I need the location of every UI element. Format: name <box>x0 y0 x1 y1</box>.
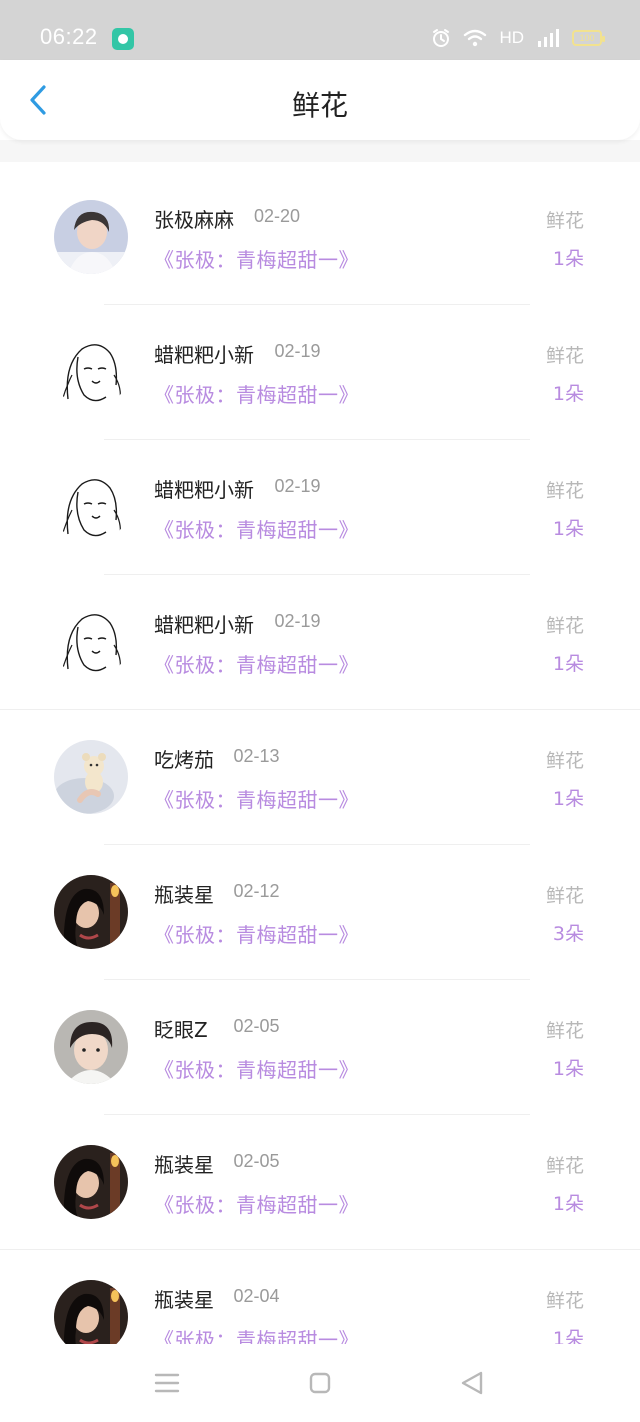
gift-type-label: 鲜花 <box>545 345 584 367</box>
username[interactable]: 瓶装星 <box>154 879 214 908</box>
username[interactable]: 瓶装星 <box>154 1284 214 1313</box>
gift-record-row[interactable]: 瓶装星 02-05 《张极：青梅超甜一》 鲜花 1朵 <box>0 1115 640 1250</box>
dark-portrait-avatar[interactable] <box>54 1280 128 1354</box>
sketch-girl-avatar[interactable] <box>54 605 128 679</box>
username[interactable]: 蜡粑粑小新 <box>154 474 254 503</box>
header-separator <box>0 140 640 162</box>
gift-count: 1朵 <box>552 1058 584 1080</box>
home-icon <box>309 1372 331 1394</box>
battery-icon: 100 <box>572 30 605 46</box>
gift-type-label: 鲜花 <box>545 1290 584 1312</box>
sketch-girl-avatar[interactable] <box>54 470 128 544</box>
book-title-link[interactable]: 《张极：青梅超甜一》 <box>154 379 359 408</box>
book-title-link[interactable]: 《张极：青梅超甜一》 <box>154 1189 359 1218</box>
gift-type-label: 鲜花 <box>545 885 584 907</box>
photo-child-avatar[interactable] <box>54 1010 128 1084</box>
dark-portrait-avatar[interactable] <box>54 1145 128 1219</box>
page-title: 鲜花 <box>291 89 348 122</box>
gift-record-row[interactable]: 眨眼Z 02-05 《张极：青梅超甜一》 鲜花 1朵 <box>0 980 640 1115</box>
gift-type-label: 鲜花 <box>545 480 584 502</box>
book-title-link[interactable]: 《张极：青梅超甜一》 <box>154 514 359 543</box>
book-title-link[interactable]: 《张极：青梅超甜一》 <box>154 784 359 813</box>
book-title-link[interactable]: 《张极：青梅超甜一》 <box>154 649 359 678</box>
book-title-link[interactable]: 《张极：青梅超甜一》 <box>154 919 359 948</box>
gift-count: 1朵 <box>552 248 584 270</box>
home-key[interactable] <box>305 1368 335 1398</box>
back-triangle-icon <box>461 1371 483 1395</box>
gift-date: 02-20 <box>254 206 301 226</box>
gift-record-row[interactable]: 蜡粑粑小新 02-19 《张极：青梅超甜一》 鲜花 1朵 <box>0 575 640 710</box>
gift-date: 02-04 <box>233 1286 280 1306</box>
system-navigation-bar <box>0 1344 640 1422</box>
gift-record-row[interactable]: 瓶装星 02-12 《张极：青梅超甜一》 鲜花 3朵 <box>0 845 640 980</box>
wifi-icon <box>464 29 487 47</box>
status-time: 06:22 <box>40 24 98 49</box>
status-bar: 06:22 HD 100 <box>0 0 640 60</box>
gift-count: 1朵 <box>552 518 584 540</box>
gift-date: 02-19 <box>274 476 321 496</box>
gift-record-row[interactable]: 张极麻麻 02-20 《张极：青梅超甜一》 鲜花 1朵 <box>0 170 640 305</box>
gift-type-label: 鲜花 <box>545 750 584 772</box>
username[interactable]: 眨眼Z <box>154 1014 208 1043</box>
gift-type-label: 鲜花 <box>545 615 584 637</box>
menu-icon <box>154 1373 180 1393</box>
status-icons: HD 100 <box>431 26 605 50</box>
teddy-bear-avatar[interactable] <box>54 740 128 814</box>
gift-count: 3朵 <box>552 923 584 945</box>
gift-type-label: 鲜花 <box>545 1155 584 1177</box>
menu-key[interactable] <box>152 1368 182 1398</box>
back-key[interactable] <box>457 1368 487 1398</box>
battery-level: 100 <box>579 33 595 43</box>
gift-date: 02-19 <box>274 611 321 631</box>
gift-count: 1朵 <box>552 653 584 675</box>
dark-portrait-avatar[interactable] <box>54 875 128 949</box>
gift-record-row[interactable]: 蜡粑粑小新 02-19 《张极：青梅超甜一》 鲜花 1朵 <box>0 440 640 575</box>
username[interactable]: 蜡粑粑小新 <box>154 339 254 368</box>
book-title-link[interactable]: 《张极：青梅超甜一》 <box>154 1054 359 1083</box>
navigation-header: 鲜花 <box>0 60 640 140</box>
gift-date: 02-12 <box>233 881 280 901</box>
gift-count: 1朵 <box>552 788 584 810</box>
photo-boy-avatar[interactable] <box>54 200 128 274</box>
sketch-girl-avatar[interactable] <box>54 335 128 409</box>
gift-type-label: 鲜花 <box>545 210 584 232</box>
username[interactable]: 瓶装星 <box>154 1149 214 1178</box>
app-notification-icon <box>112 28 134 50</box>
4g-signal-icon <box>538 29 559 47</box>
username[interactable]: 蜡粑粑小新 <box>154 609 254 638</box>
gift-date: 02-19 <box>274 341 321 361</box>
gift-list: 张极麻麻 02-20 《张极：青梅超甜一》 鲜花 1朵 蜡粑粑小新 02-19 《张极：青梅超… <box>0 170 640 1385</box>
username[interactable]: 张极麻麻 <box>154 204 234 233</box>
gift-record-row[interactable]: 蜡粑粑小新 02-19 《张极：青梅超甜一》 鲜花 1朵 <box>0 305 640 440</box>
gift-count: 1朵 <box>552 383 584 405</box>
gift-count: 1朵 <box>552 1193 584 1215</box>
gift-date: 02-05 <box>233 1016 280 1036</box>
alarm-icon <box>433 29 450 47</box>
book-title-link[interactable]: 《张极：青梅超甜一》 <box>154 244 359 273</box>
gift-date: 02-13 <box>233 746 280 766</box>
gift-record-row[interactable]: 吃烤茄 02-13 《张极：青梅超甜一》 鲜花 1朵 <box>0 710 640 845</box>
gift-type-label: 鲜花 <box>545 1020 584 1042</box>
network-label: HD <box>499 28 524 47</box>
username[interactable]: 吃烤茄 <box>154 744 214 773</box>
gift-date: 02-05 <box>233 1151 280 1171</box>
